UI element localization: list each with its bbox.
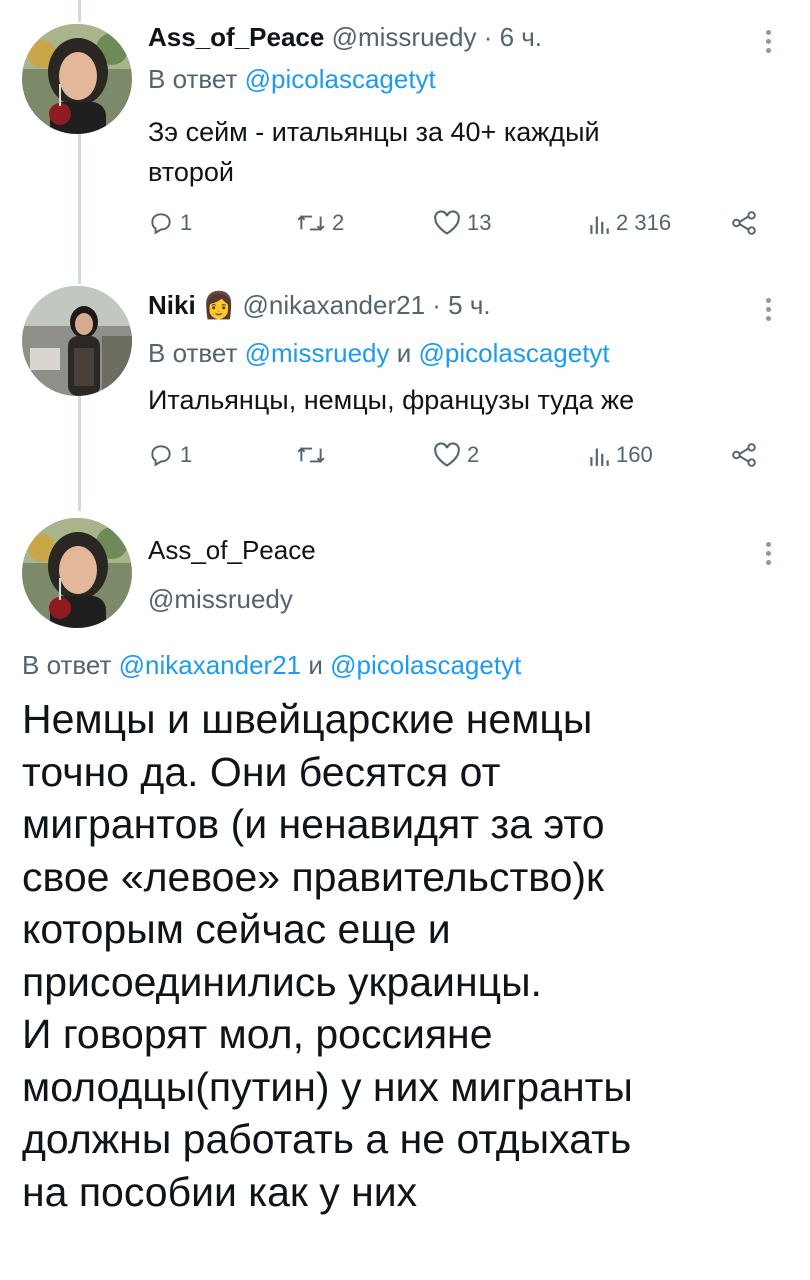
tweet-text-line: мигрантов (и ненавидят за это	[22, 801, 605, 847]
reply-and: и	[396, 338, 412, 368]
retweet-button[interactable]: 2	[296, 210, 344, 236]
handle[interactable]: @missruedy	[148, 584, 293, 615]
like-count: 13	[467, 210, 492, 235]
display-name[interactable]: Ass_of_Peace	[148, 535, 316, 566]
retweet-button[interactable]	[296, 442, 332, 468]
reply-mention[interactable]: @missruedy	[245, 338, 390, 368]
tweet-text-line: свое «левое» правительство)к	[22, 853, 604, 900]
views-icon	[590, 448, 609, 466]
tweet-header: Niki 👩 @nikaxander21 · 5 ч.	[148, 290, 491, 321]
reply-icon	[151, 213, 171, 235]
reply-prefix: В ответ	[22, 650, 112, 680]
tweet-text-line: на пособии как у них	[22, 1168, 418, 1215]
reply-icon	[151, 445, 171, 467]
reply-count: 1	[180, 442, 193, 467]
like-icon	[434, 210, 460, 235]
timestamp[interactable]: · 6 ч.	[484, 22, 542, 52]
name-emoji: 👩	[202, 290, 236, 320]
tweet-text-line: второй	[148, 157, 234, 187]
views-icon	[590, 216, 609, 234]
display-name[interactable]: Niki	[148, 290, 196, 320]
like-icon	[434, 442, 460, 467]
share-icon	[732, 443, 756, 467]
reply-prefix: В ответ	[148, 338, 238, 368]
tweet-text-line: точно да. Они бесятся от	[22, 748, 501, 795]
handle[interactable]: @nikaxander21	[243, 290, 426, 320]
tweet-text: Зэ сейм - итальянцы за 40+ каждый второй	[148, 112, 788, 192]
retweet-icon	[297, 447, 325, 463]
timestamp[interactable]: · 5 ч.	[432, 290, 490, 320]
tweet-text-line: Зэ сейм - итальянцы за 40+ каждый	[148, 117, 600, 147]
thread-line-2	[78, 396, 81, 511]
handle[interactable]: @missruedy	[332, 22, 477, 52]
like-count: 2	[467, 442, 480, 467]
reply-mention[interactable]: @picolascagetyt	[330, 650, 521, 680]
thread-line-1	[78, 134, 81, 284]
more-icon[interactable]	[766, 294, 772, 325]
retweet-count: 2	[332, 210, 345, 235]
views-button[interactable]: 2 316	[588, 210, 671, 236]
avatar[interactable]	[22, 518, 132, 628]
tweet-text-line: присоединились украинцы.	[22, 958, 542, 1005]
reply-mention[interactable]: @nikaxander21	[119, 650, 302, 680]
reply-context: В ответ @picolascagetyt	[148, 64, 436, 95]
tweet-text-line: должны работать а не отдыхать	[22, 1116, 632, 1162]
reply-count: 1	[180, 210, 193, 235]
reply-context: В ответ @nikaxander21 и @picolascagetyt	[22, 650, 521, 681]
avatar[interactable]	[22, 24, 132, 134]
reply-mention[interactable]: @picolascagetyt	[245, 64, 436, 94]
retweet-icon	[297, 215, 325, 231]
reply-and: и	[308, 650, 323, 680]
tweet-text-line: И говорят мол, россияне	[22, 1011, 493, 1057]
thread-line-top	[78, 0, 81, 22]
more-icon[interactable]	[766, 26, 772, 57]
share-icon	[732, 211, 756, 235]
tweet-text-line: молодцы(путин) у них мигранты	[22, 1063, 633, 1110]
views-count: 160	[616, 442, 653, 467]
like-button[interactable]: 13	[433, 210, 491, 236]
reply-button[interactable]: 1	[148, 442, 192, 468]
reply-button[interactable]: 1	[148, 210, 192, 236]
share-button[interactable]	[730, 210, 758, 236]
like-button[interactable]: 2	[433, 442, 479, 468]
tweet-header: Ass_of_Peace @missruedy · 6 ч.	[148, 22, 542, 53]
views-count: 2 316	[616, 210, 672, 235]
reply-mention[interactable]: @picolascagetyt	[419, 338, 610, 368]
tweet-text: Итальянцы, немцы, французы туда же	[148, 385, 635, 415]
share-button[interactable]	[730, 442, 758, 468]
tweet-text: Немцы и швейцарские немцы точно да. Они …	[22, 693, 792, 1218]
tweet-actions: 1 2 160	[148, 442, 768, 478]
display-name[interactable]: Ass_of_Peace	[148, 22, 324, 52]
reply-prefix: В ответ	[148, 64, 238, 94]
tweet-text-line: которым сейчас еще и	[22, 906, 451, 952]
tweet-text-line: Немцы и швейцарские немцы	[22, 696, 593, 742]
views-button[interactable]: 160	[588, 442, 653, 468]
avatar[interactable]	[22, 286, 132, 396]
reply-context: В ответ @missruedy и @picolascagetyt	[148, 338, 610, 369]
more-icon[interactable]	[766, 538, 772, 569]
tweet-actions: 1 2 13 2 316	[148, 210, 768, 246]
